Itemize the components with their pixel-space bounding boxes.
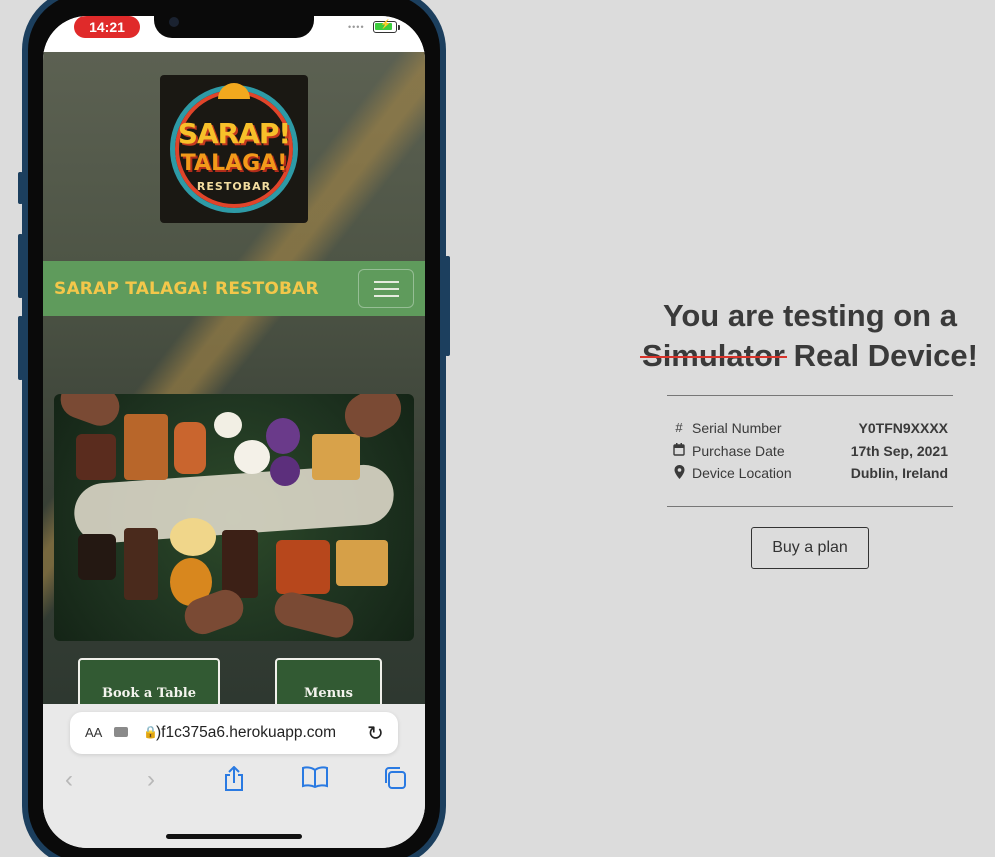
address-bar[interactable]: AA 🔒 )f1c375a6.herokuapp.com ↻ bbox=[70, 712, 398, 754]
photo-food-dark-cup bbox=[78, 534, 116, 580]
location-label: Device Location bbox=[692, 465, 792, 481]
photo-food-cassava bbox=[336, 540, 388, 586]
serial-value: Y0TFN9XXXX bbox=[858, 420, 948, 436]
reload-icon[interactable]: ↻ bbox=[367, 721, 384, 746]
divider-bottom bbox=[667, 506, 953, 507]
logo-text-line2: TALAGA! bbox=[180, 151, 288, 176]
site-navbar: SARAP TALAGA! RESTOBAR bbox=[43, 261, 425, 316]
menu-toggle-button[interactable] bbox=[358, 269, 414, 308]
buy-plan-button[interactable]: Buy a plan bbox=[751, 527, 869, 569]
signal-icon: •••• bbox=[348, 22, 365, 32]
battery-tip bbox=[398, 25, 400, 30]
divider-top bbox=[667, 395, 953, 396]
charging-bolt-icon: ⚡ bbox=[380, 19, 392, 29]
photo-food-puto bbox=[170, 518, 216, 556]
info-row-location: Device Location Dublin, Ireland bbox=[672, 465, 948, 485]
restaurant-logo[interactable]: SARAP! TALAGA! RESTOBAR bbox=[160, 75, 308, 223]
phone-screen: 14:21 •••• ⚡ SARAP! TALAGA! RESTOBAR SAR… bbox=[43, 16, 425, 848]
website-content[interactable]: SARAP! TALAGA! RESTOBAR SARAP TALAGA! RE… bbox=[43, 52, 425, 714]
photo-food-cake bbox=[124, 414, 168, 480]
silent-switch bbox=[18, 172, 23, 204]
hero-food-photo bbox=[54, 394, 414, 641]
photo-food-dark-cake bbox=[124, 528, 158, 600]
tabs-icon[interactable] bbox=[383, 766, 407, 797]
front-camera bbox=[169, 17, 179, 27]
info-heading: You are testing on a Simulator Real Devi… bbox=[620, 296, 995, 376]
photo-hand bbox=[271, 588, 357, 641]
purchase-value: 17th Sep, 2021 bbox=[850, 443, 948, 459]
hash-icon: # bbox=[675, 420, 683, 435]
photo-food-rice-ball bbox=[234, 440, 270, 474]
hamburger-icon-line bbox=[374, 295, 399, 297]
purchase-label: Purchase Date bbox=[692, 443, 785, 459]
notch bbox=[154, 16, 314, 38]
volume-down-button bbox=[18, 316, 23, 380]
info-heading-line2: Simulator Real Device! bbox=[620, 336, 995, 376]
phone-frame: 14:21 •••• ⚡ SARAP! TALAGA! RESTOBAR SAR… bbox=[18, 0, 450, 857]
info-row-purchase: Purchase Date 17th Sep, 2021 bbox=[672, 443, 948, 463]
location-pin-icon bbox=[672, 465, 686, 482]
forward-icon[interactable]: › bbox=[147, 766, 155, 794]
hamburger-icon-line bbox=[374, 288, 399, 290]
hamburger-icon bbox=[374, 281, 399, 283]
reader-aa-button[interactable]: AA bbox=[85, 725, 102, 740]
logo-text-line1: SARAP! bbox=[177, 117, 291, 150]
photo-food-orange-rolls bbox=[174, 422, 206, 474]
status-bar: 14:21 •••• ⚡ bbox=[43, 16, 425, 52]
photo-food-ube bbox=[266, 418, 300, 454]
logo-text-line3: RESTOBAR bbox=[196, 180, 272, 193]
navbar-brand[interactable]: SARAP TALAGA! RESTOBAR bbox=[54, 279, 319, 299]
extension-icon[interactable] bbox=[114, 727, 128, 737]
volume-up-button bbox=[18, 234, 23, 298]
photo-food-sapin bbox=[276, 540, 330, 594]
home-indicator bbox=[166, 834, 302, 839]
share-icon[interactable] bbox=[223, 765, 245, 799]
photo-food-cake bbox=[76, 434, 116, 480]
bookmarks-icon[interactable] bbox=[301, 766, 329, 795]
battery-icon: ⚡ bbox=[373, 19, 397, 33]
url-text[interactable]: )f1c375a6.herokuapp.com bbox=[156, 724, 336, 742]
location-value: Dublin, Ireland bbox=[850, 465, 948, 481]
photo-food-ube bbox=[270, 456, 300, 486]
photo-food-dark-cake bbox=[222, 530, 258, 598]
info-heading-rest: Real Device! bbox=[784, 338, 978, 373]
info-row-serial: # Serial Number Y0TFN9XXXX bbox=[672, 420, 948, 440]
serial-label: Serial Number bbox=[692, 420, 782, 436]
back-icon[interactable]: ‹ bbox=[65, 766, 73, 794]
power-button bbox=[445, 256, 450, 356]
calendar-icon bbox=[672, 443, 686, 459]
photo-food-rice-ball bbox=[214, 412, 242, 438]
photo-hand bbox=[55, 394, 125, 432]
status-time: 14:21 bbox=[74, 16, 140, 38]
photo-food-cassava bbox=[312, 434, 360, 480]
safari-toolbar: AA 🔒 )f1c375a6.herokuapp.com ↻ ‹ › bbox=[43, 704, 425, 848]
strikethrough-word: Simulator bbox=[642, 338, 785, 373]
info-heading-line1: You are testing on a bbox=[663, 298, 957, 333]
